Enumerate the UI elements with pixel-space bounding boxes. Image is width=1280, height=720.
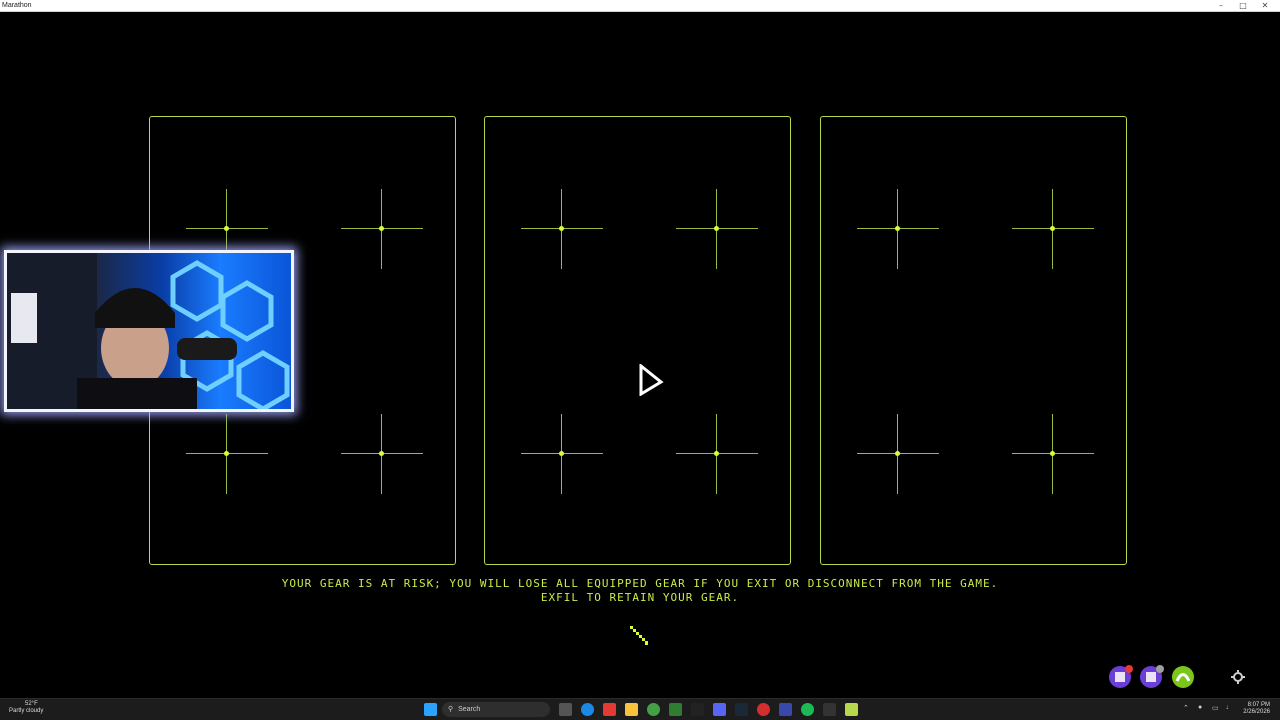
file-explorer-icon[interactable]	[625, 703, 638, 716]
gear-slot-panel-3[interactable]	[820, 116, 1127, 565]
slot-marker-icon	[341, 189, 423, 269]
loading-spinner-icon	[630, 626, 648, 645]
marathon-app-icon[interactable]	[845, 703, 858, 716]
webcam-overlay	[4, 250, 294, 412]
search-label: Search	[458, 706, 481, 713]
discord-icon[interactable]	[713, 703, 726, 716]
tiktok-icon[interactable]	[691, 703, 704, 716]
slot-marker-icon	[1012, 414, 1094, 494]
windows-taskbar: 52°F Partly cloudy ⚲ Search ⌃ ● ▭ ♩ 8:07…	[0, 698, 1280, 720]
monitor-icon[interactable]: ▭	[1212, 704, 1219, 712]
slot-marker-icon	[341, 414, 423, 494]
window-titlebar: Marathon – □ ✕	[0, 0, 1280, 12]
exfil-hint: EXFIL TO RETAIN YOUR GEAR.	[540, 591, 740, 604]
gear-risk-warning: YOUR GEAR IS AT RISK; YOU WILL LOSE ALL …	[281, 577, 999, 590]
volume-icon[interactable]: ♩	[1226, 704, 1233, 711]
clock-date: 2/26/2026	[1243, 709, 1270, 715]
taskbar-search[interactable]: ⚲ Search	[442, 702, 550, 717]
app-icon[interactable]	[823, 703, 836, 716]
slot-marker-icon	[857, 414, 939, 494]
clock-time: 8:07 PM	[1247, 702, 1270, 708]
overlay-app-icons[interactable]	[1107, 664, 1197, 690]
app-icon[interactable]	[779, 703, 792, 716]
task-view-icon[interactable]	[559, 703, 572, 716]
chrome-icon[interactable]	[647, 703, 660, 716]
start-icon[interactable]	[424, 703, 437, 716]
search-icon: ⚲	[448, 706, 454, 713]
close-button[interactable]: ✕	[1254, 0, 1276, 11]
webcam-feed-icon	[7, 253, 290, 409]
microphone-icon[interactable]: ●	[1198, 704, 1202, 711]
chevron-up-icon[interactable]: ⌃	[1183, 704, 1189, 712]
slot-marker-icon	[857, 189, 939, 269]
window-title: Marathon	[2, 2, 32, 9]
gear-icon[interactable]	[1231, 670, 1245, 684]
cursor-icon	[639, 364, 664, 396]
maximize-button[interactable]: □	[1232, 0, 1254, 11]
weather-desc: Partly cloudy	[9, 708, 44, 714]
minimize-button[interactable]: –	[1210, 0, 1232, 11]
gear-slot-panel-2[interactable]	[484, 116, 791, 565]
slot-marker-icon	[521, 189, 603, 269]
slot-marker-icon	[676, 414, 758, 494]
slot-marker-icon	[676, 189, 758, 269]
taskbar-clock[interactable]: 8:07 PM 2/26/2026	[1243, 702, 1270, 716]
slot-marker-icon	[186, 414, 268, 494]
weather-temp: 52°F	[25, 701, 38, 707]
copilot-icon[interactable]	[603, 703, 616, 716]
slot-marker-icon	[1012, 189, 1094, 269]
app-icon[interactable]	[757, 703, 770, 716]
weather-widget[interactable]: 52°F Partly cloudy	[9, 701, 43, 715]
xbox-icon[interactable]	[669, 703, 682, 716]
spotify-icon[interactable]	[801, 703, 814, 716]
steam-icon[interactable]	[735, 703, 748, 716]
edge-icon[interactable]	[581, 703, 594, 716]
slot-marker-icon	[521, 414, 603, 494]
